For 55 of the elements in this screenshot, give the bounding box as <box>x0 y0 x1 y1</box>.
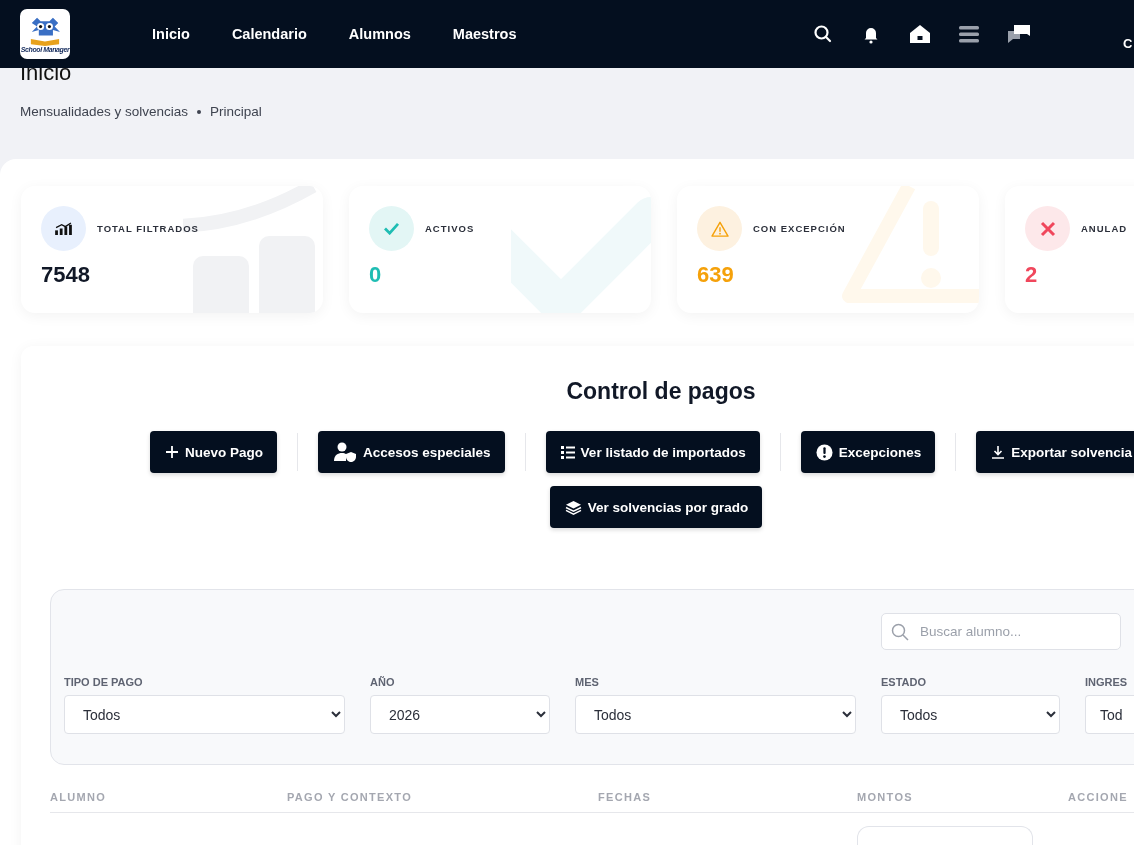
menu-icon[interactable] <box>958 25 979 43</box>
nav-link[interactable]: Inicio <box>152 26 190 42</box>
stat-value: 639 <box>696 261 735 288</box>
filter-select[interactable]: Todos <box>881 695 1060 734</box>
stat-label: TOTAL FILTRADOS <box>97 223 199 234</box>
exclamation-icon <box>815 443 833 461</box>
stat-label: ANULAD <box>1081 223 1128 234</box>
section-title: Control de pagos <box>565 378 757 405</box>
checkmark-icon <box>383 222 400 235</box>
owl-book-drawing <box>28 15 62 46</box>
bar-chart-icon <box>55 222 72 235</box>
stat-label: ACTIVOS <box>425 223 475 234</box>
column-header: ACCIONE <box>1068 791 1129 803</box>
search-icon <box>891 623 909 641</box>
list-icon <box>560 445 575 459</box>
action-button[interactable]: Excepciones <box>800 431 936 473</box>
search-icon[interactable] <box>812 24 833 44</box>
column-header: ALUMNO <box>50 791 108 803</box>
stat-value: 2 <box>1024 261 1039 288</box>
plus-icon <box>165 445 179 459</box>
filter-label: INGRES <box>1085 676 1129 688</box>
filter-label: ESTADO <box>881 676 928 688</box>
filter-select[interactable]: Tod <box>1085 695 1134 734</box>
nav-link[interactable]: Maestros <box>452 26 517 42</box>
filter-select[interactable]: Todos <box>64 695 345 734</box>
action-button[interactable]: Exportar solvencia <box>976 431 1134 473</box>
filter-select[interactable]: 2026 <box>370 695 550 734</box>
download-icon <box>991 445 1006 459</box>
stat-label: CON EXCEPCIÓN <box>753 223 846 234</box>
search-field[interactable]: Buscar alumno... <box>881 613 1121 650</box>
filter-label: TIPO DE PAGO <box>64 676 144 688</box>
filter-label: MES <box>575 676 600 688</box>
breadcrumb-separator <box>197 109 202 114</box>
filter-select[interactable]: Todos <box>575 695 856 734</box>
action-button[interactable]: Ver listado de importados <box>545 431 760 473</box>
column-header: MONTOS <box>857 791 914 803</box>
action-button[interactable]: Accesos especiales <box>318 431 505 473</box>
user-name[interactable]: C <box>1123 17 1134 51</box>
chat-bubbles-icon[interactable] <box>1006 24 1031 44</box>
action-button[interactable]: Ver solvencias por grado <box>549 486 763 528</box>
action-button[interactable]: Nuevo Pago <box>150 431 277 473</box>
nav-link[interactable]: Alumnos <box>348 26 411 42</box>
warning-icon <box>710 220 729 237</box>
nav-link[interactable]: Calendario <box>231 26 307 42</box>
close-icon <box>1039 220 1056 237</box>
stat-value: 7548 <box>40 261 91 288</box>
house-icon[interactable] <box>908 24 931 44</box>
filter-label: AÑO <box>370 676 396 688</box>
column-header: PAGO Y CONTEXTO <box>287 791 414 803</box>
column-header: FECHAS <box>598 791 653 803</box>
stat-value: 0 <box>368 261 383 288</box>
breadcrumb-item[interactable]: Mensualidades y solvencias <box>20 104 189 119</box>
layers-icon <box>564 499 582 515</box>
breadcrumb-item: Principal <box>210 104 262 119</box>
user-shield-icon <box>333 442 357 462</box>
